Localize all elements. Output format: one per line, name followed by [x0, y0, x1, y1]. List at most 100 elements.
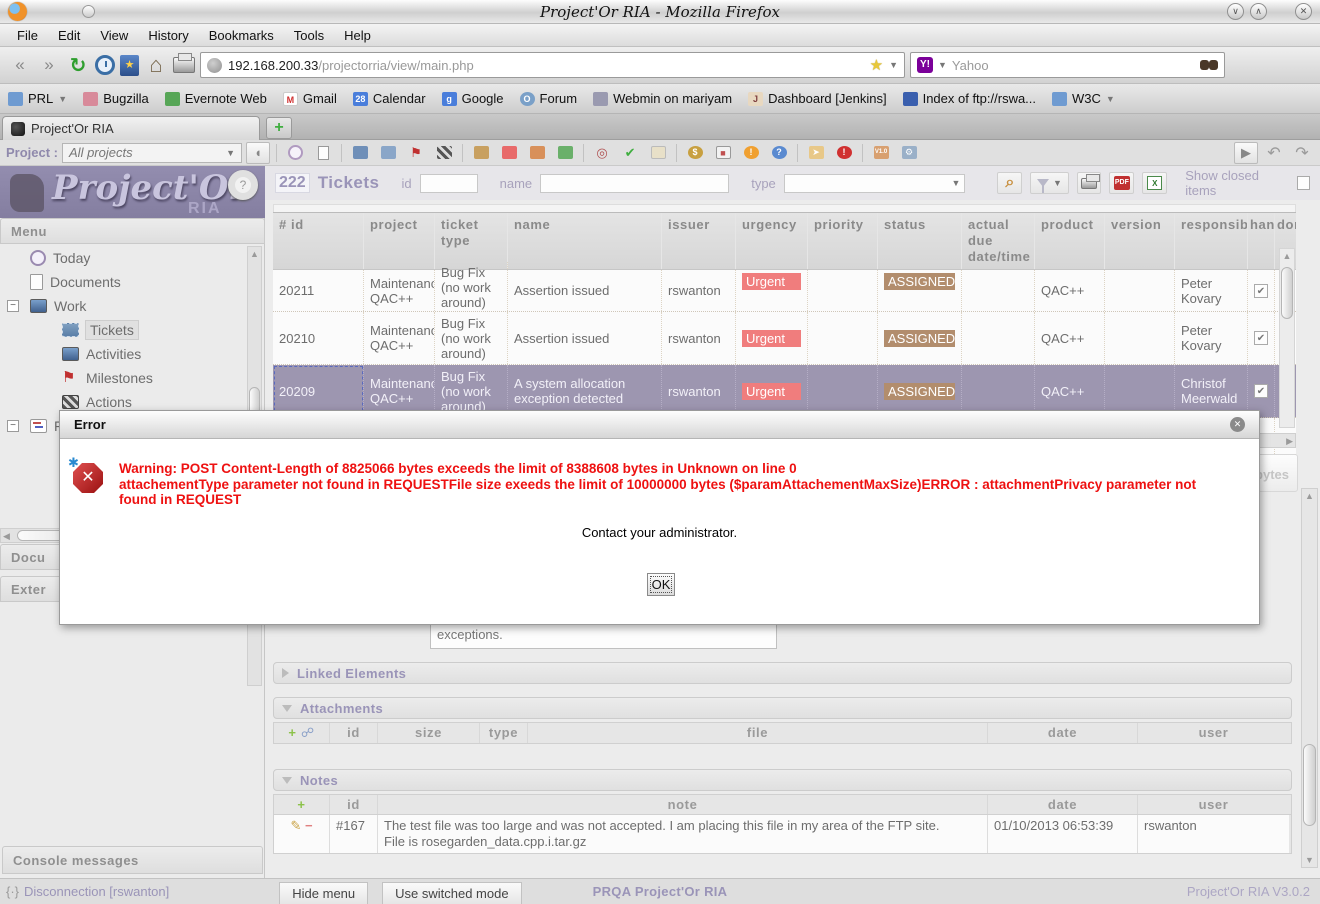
scroll-down-icon[interactable]: ▼ [1302, 853, 1317, 867]
bookmark-prl[interactable]: PRL [8, 91, 67, 106]
undo-icon[interactable]: ↶ [1262, 142, 1286, 164]
hide-menu-button[interactable]: Hide menu [279, 882, 368, 904]
checklist-icon[interactable]: ✔ [618, 142, 642, 164]
home-icon[interactable] [144, 53, 168, 77]
history-clock-icon[interactable] [95, 55, 115, 75]
target-icon[interactable]: ◎ [590, 142, 614, 164]
col-ticket-type[interactable]: ticket type [435, 213, 508, 269]
search-icon[interactable] [997, 172, 1022, 194]
forward-icon[interactable] [37, 53, 61, 77]
report-icon[interactable] [497, 142, 521, 164]
type-filter-select[interactable] [784, 174, 966, 193]
sidebar-item-milestones[interactable]: Milestones [0, 366, 246, 390]
sidebar-item-activities[interactable]: Activities [0, 342, 246, 366]
linked-elements-header[interactable]: Linked Elements [273, 662, 1292, 684]
menu-bookmarks[interactable]: Bookmarks [200, 26, 283, 45]
today-icon[interactable] [283, 142, 307, 164]
sidebar-item-work[interactable]: Work [0, 294, 246, 318]
alert-icon[interactable]: ! [832, 142, 856, 164]
reload-icon[interactable] [66, 53, 90, 77]
redo-icon[interactable]: ↷ [1290, 142, 1314, 164]
dialog-close-icon[interactable] [1230, 417, 1245, 432]
scroll-left-icon[interactable]: ◀ [3, 529, 10, 543]
collapse-toolbar-icon[interactable]: ◖ [246, 142, 270, 164]
close-button[interactable]: ✕ [1295, 3, 1312, 20]
export-pdf-icon[interactable]: PDF [1109, 172, 1134, 194]
url-dropdown-icon[interactable] [889, 60, 898, 70]
documents-icon[interactable] [311, 142, 335, 164]
col-issuer[interactable]: issuer [662, 213, 736, 269]
switch-mode-button[interactable]: Use switched mode [382, 882, 521, 904]
collapse-expander-icon[interactable] [7, 420, 19, 432]
menu-edit[interactable]: Edit [49, 26, 89, 45]
menu-view[interactable]: View [91, 26, 137, 45]
bookmark-forum[interactable]: OForum [520, 91, 578, 106]
menu-file[interactable]: File [8, 26, 47, 45]
bookmark-w3c[interactable]: W3C [1052, 91, 1115, 106]
bookmark-calendar[interactable]: 28Calendar [353, 91, 426, 106]
minimize-button[interactable]: ∨ [1227, 3, 1244, 20]
document-report-icon[interactable] [525, 142, 549, 164]
send-icon[interactable]: ➤ [804, 142, 828, 164]
chart-icon[interactable] [553, 142, 577, 164]
scroll-up-icon[interactable]: ▲ [1302, 489, 1317, 503]
tab-projector-ria[interactable]: Project'Or RIA [2, 116, 260, 140]
scroll-up-icon[interactable]: ▲ [1280, 249, 1294, 263]
tickets-icon[interactable] [348, 142, 372, 164]
col-project[interactable]: project [364, 213, 435, 269]
handled-checkbox[interactable] [1254, 384, 1268, 398]
add-attachment-icon[interactable]: + [288, 725, 296, 740]
mail-icon[interactable] [646, 142, 670, 164]
actions-clapper-icon[interactable] [432, 142, 456, 164]
table-vertical-scrollbar[interactable]: ▲ [1279, 248, 1295, 428]
page-vertical-scrollbar[interactable]: ▲ ▼ [1301, 488, 1318, 868]
col-urgency[interactable]: urgency [736, 213, 808, 269]
note-row[interactable]: #167 The test file was too large and was… [273, 815, 1292, 854]
project-select[interactable]: All projects [62, 143, 242, 163]
menu-panel-header[interactable]: Menu [0, 218, 265, 244]
col-handled[interactable]: hand [1248, 213, 1275, 269]
id-filter-input[interactable] [420, 174, 478, 193]
bookmarks-book-icon[interactable] [120, 55, 139, 76]
sidebar-item-today[interactable]: Today [0, 246, 246, 270]
search-box[interactable]: Y! Yahoo [910, 52, 1225, 78]
col-due[interactable]: actual due date/time [962, 213, 1035, 269]
col-priority[interactable]: priority [808, 213, 878, 269]
bookmark-gmail[interactable]: MGmail [283, 91, 337, 106]
back-icon[interactable] [8, 53, 32, 77]
add-note-icon[interactable]: + [297, 797, 305, 812]
menu-history[interactable]: History [139, 26, 197, 45]
version-icon[interactable]: V1.0 [869, 142, 893, 164]
name-filter-input[interactable] [540, 174, 729, 193]
bookmark-evernote[interactable]: Evernote Web [165, 91, 267, 106]
resources-icon[interactable] [469, 142, 493, 164]
milestones-flag-icon[interactable]: ⚑ [404, 142, 428, 164]
sidebar-item-tickets[interactable]: Tickets [0, 318, 246, 342]
attachments-header[interactable]: Attachments [273, 697, 1292, 719]
attach-icon[interactable]: ☍ [301, 725, 315, 740]
col-version[interactable]: version [1105, 213, 1175, 269]
dialog-titlebar[interactable]: Error [60, 411, 1259, 439]
tools-icon[interactable]: ⚙ [897, 142, 921, 164]
ok-button[interactable]: OK [647, 573, 675, 596]
bookmark-webmin[interactable]: Webmin on mariyam [593, 91, 732, 106]
presentation-icon[interactable]: ■ [711, 142, 735, 164]
yahoo-icon[interactable]: Y! [917, 57, 933, 73]
search-binoculars-icon[interactable] [1200, 60, 1218, 70]
menu-tools[interactable]: Tools [285, 26, 333, 45]
notes-header[interactable]: Notes [273, 769, 1292, 791]
url-bar[interactable]: 192.168.200.33/projectorria/view/main.ph… [200, 52, 905, 78]
search-engine-dropdown-icon[interactable] [938, 60, 947, 70]
console-messages-header[interactable]: Console messages [2, 846, 263, 874]
menu-help[interactable]: Help [335, 26, 380, 45]
help-icon[interactable]: ? [767, 142, 791, 164]
sidebar-item-documents[interactable]: Documents [0, 270, 246, 294]
col-responsible[interactable]: responsib [1175, 213, 1248, 269]
activities-icon[interactable] [376, 142, 400, 164]
col-status[interactable]: status [878, 213, 962, 269]
bookmark-jenkins[interactable]: JDashboard [Jenkins] [748, 91, 887, 106]
show-closed-checkbox[interactable] [1297, 176, 1310, 190]
money-icon[interactable]: $ [683, 142, 707, 164]
table-row[interactable]: 20210 Maintenance QAC++ Bug Fix (no work… [273, 312, 1296, 365]
col-product[interactable]: product [1035, 213, 1105, 269]
